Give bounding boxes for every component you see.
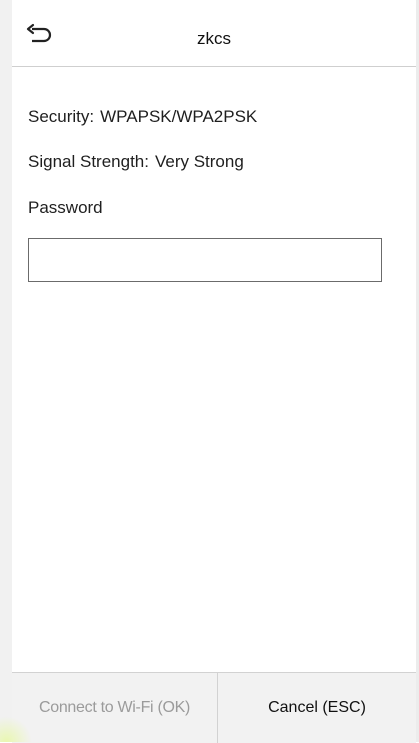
connect-wifi-button[interactable]: Connect to Wi-Fi (OK)	[12, 673, 218, 743]
security-label: Security:	[28, 107, 95, 126]
page-title: zkcs	[197, 29, 231, 48]
signal-strength-value: Very Strong	[154, 152, 244, 171]
back-arrow-icon[interactable]	[26, 23, 54, 45]
footer-bar: Connect to Wi-Fi (OK) Cancel (ESC)	[12, 672, 416, 743]
corner-highlight	[0, 716, 32, 742]
left-edge-strip	[0, 0, 12, 742]
password-input[interactable]	[28, 238, 382, 282]
security-row: Security: WPAPSK/WPA2PSK	[28, 107, 257, 127]
security-value: WPAPSK/WPA2PSK	[100, 107, 258, 126]
wifi-connect-screen: zkcs Security: WPAPSK/WPA2PSK Signal Stre…	[0, 0, 419, 743]
cancel-button[interactable]: Cancel (ESC)	[218, 673, 416, 743]
header-bar: zkcs	[12, 0, 416, 67]
signal-strength-row: Signal Strength: Very Strong	[28, 152, 244, 172]
password-label: Password	[28, 198, 103, 217]
signal-strength-label: Signal Strength:	[28, 152, 149, 171]
